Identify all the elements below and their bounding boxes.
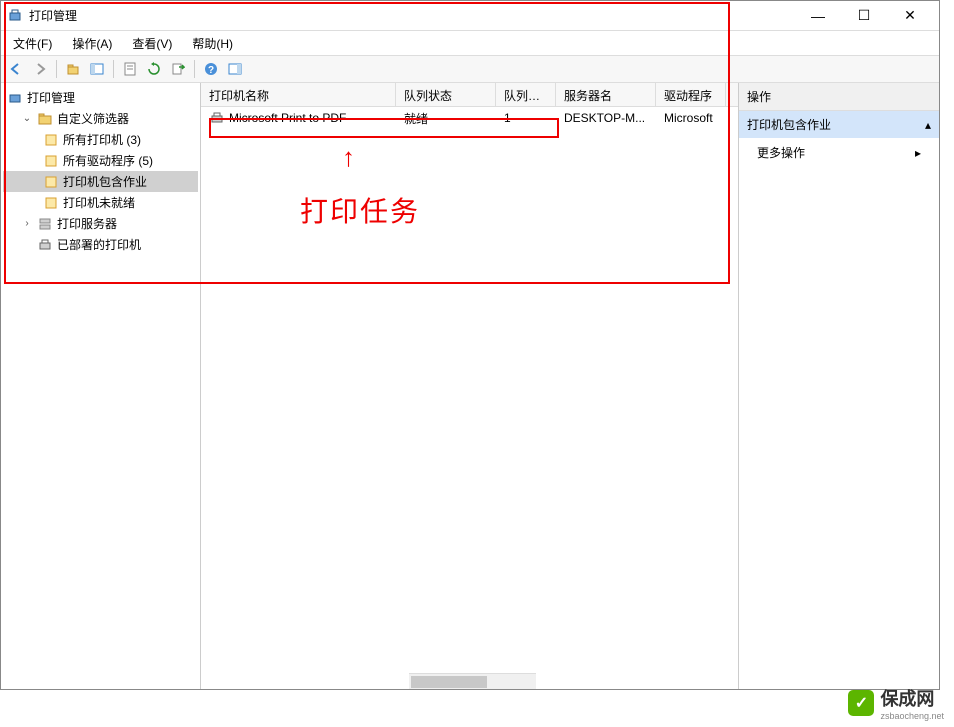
printer-name: Microsoft Print to PDF (229, 111, 346, 125)
tree-label: 已部署的打印机 (57, 236, 141, 253)
tree-label: 所有打印机 (3) (63, 131, 141, 148)
content-area: 打印管理 ⌄ 自定义筛选器 所有打印机 (3) 所有驱动程序 (5) 打印机包含… (1, 83, 939, 689)
watermark: ✓ 保成网 zsbaocheng.net (848, 685, 944, 721)
help-button[interactable]: ? (200, 58, 222, 80)
expand-icon[interactable]: › (21, 218, 33, 229)
tree-label: 所有驱动程序 (5) (63, 152, 153, 169)
toolbar: ? (1, 55, 939, 83)
watermark-brand: 保成网 (880, 685, 944, 711)
actions-panel: 操作 打印机包含作业 ▴ 更多操作 ▸ (739, 83, 939, 689)
actions-section-label: 打印机包含作业 (747, 116, 831, 133)
show-hide-tree-button[interactable] (86, 58, 108, 80)
tree-label: 打印机未就绪 (63, 194, 135, 211)
tree-root[interactable]: 打印管理 (3, 87, 198, 108)
close-button[interactable]: ✕ (887, 1, 933, 31)
printer-driver: Microsoft (656, 109, 726, 127)
refresh-button[interactable] (143, 58, 165, 80)
printer-server: DESKTOP-M... (556, 109, 656, 127)
printer-icon (37, 237, 53, 253)
filter-icon (43, 132, 59, 148)
tree-label: 自定义筛选器 (57, 110, 129, 127)
server-icon (37, 216, 53, 232)
actions-header: 操作 (739, 83, 939, 111)
tree-label: 打印机包含作业 (63, 173, 147, 190)
tree-label: 打印服务器 (57, 215, 117, 232)
list-header: 打印机名称 队列状态 队列中... 服务器名 驱动程序 (201, 83, 738, 107)
actions-section-title[interactable]: 打印机包含作业 ▴ (739, 111, 939, 138)
printer-status: 就绪 (396, 108, 496, 129)
chevron-right-icon: ▸ (915, 146, 921, 160)
header-queue-status[interactable]: 队列状态 (396, 83, 496, 106)
back-button[interactable] (5, 58, 27, 80)
tree-panel[interactable]: 打印管理 ⌄ 自定义筛选器 所有打印机 (3) 所有驱动程序 (5) 打印机包含… (1, 83, 201, 689)
menubar: 文件(F) 操作(A) 查看(V) 帮助(H) (1, 31, 939, 55)
filter-icon (43, 174, 59, 190)
tree-deployed-printers[interactable]: 已部署的打印机 (3, 234, 198, 255)
tree-printers-with-jobs[interactable]: 打印机包含作业 (3, 171, 198, 192)
show-hide-action-button[interactable] (224, 58, 246, 80)
header-server-name[interactable]: 服务器名 (556, 83, 656, 106)
menu-view[interactable]: 查看(V) (128, 33, 176, 54)
watermark-url: zsbaocheng.net (880, 711, 944, 721)
printer-icon (209, 110, 225, 126)
tree-custom-filters[interactable]: ⌄ 自定义筛选器 (3, 108, 198, 129)
minimize-button[interactable]: — (795, 1, 841, 31)
app-icon (7, 8, 23, 24)
menu-action[interactable]: 操作(A) (68, 33, 116, 54)
header-driver[interactable]: 驱动程序 (656, 83, 726, 106)
tree-root-label: 打印管理 (27, 89, 75, 106)
tree-all-printers[interactable]: 所有打印机 (3) (3, 129, 198, 150)
titlebar[interactable]: 打印管理 — ☐ ✕ (1, 1, 939, 31)
filter-icon (43, 195, 59, 211)
printer-jobs: 1 (496, 109, 556, 127)
header-printer-name[interactable]: 打印机名称 (201, 83, 396, 106)
window-title: 打印管理 (29, 7, 77, 24)
svg-text:?: ? (208, 65, 214, 76)
maximize-button[interactable]: ☐ (841, 1, 887, 31)
horizontal-scrollbar[interactable] (409, 673, 536, 689)
up-button[interactable] (62, 58, 84, 80)
filter-icon (43, 153, 59, 169)
watermark-badge-icon: ✓ (848, 690, 874, 716)
menu-file[interactable]: 文件(F) (9, 33, 56, 54)
actions-more[interactable]: 更多操作 ▸ (739, 138, 939, 167)
collapse-icon: ▴ (925, 118, 931, 132)
tree-all-drivers[interactable]: 所有驱动程序 (5) (3, 150, 198, 171)
print-management-icon (7, 90, 23, 106)
printer-row[interactable]: Microsoft Print to PDF 就绪 1 DESKTOP-M...… (201, 107, 738, 129)
actions-more-label: 更多操作 (757, 144, 805, 161)
tree-print-servers[interactable]: › 打印服务器 (3, 213, 198, 234)
properties-button[interactable] (119, 58, 141, 80)
print-management-window: 打印管理 — ☐ ✕ 文件(F) 操作(A) 查看(V) 帮助(H) ? 打印管… (0, 0, 940, 690)
header-jobs-in-queue[interactable]: 队列中... (496, 83, 556, 106)
printer-list-panel: 打印机名称 队列状态 队列中... 服务器名 驱动程序 Microsoft Pr… (201, 83, 739, 689)
tree-printers-not-ready[interactable]: 打印机未就绪 (3, 192, 198, 213)
export-button[interactable] (167, 58, 189, 80)
menu-help[interactable]: 帮助(H) (188, 33, 237, 54)
collapse-icon[interactable]: ⌄ (21, 113, 33, 124)
folder-icon (37, 111, 53, 127)
forward-button[interactable] (29, 58, 51, 80)
